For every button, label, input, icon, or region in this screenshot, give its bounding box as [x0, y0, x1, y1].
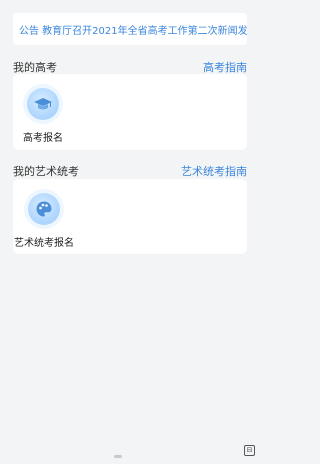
section-title-gaokao: 我的高考: [13, 61, 57, 74]
art-exam-registration-label: 艺术统考报名: [14, 238, 74, 249]
expand-icon[interactable]: ⊟: [244, 445, 255, 456]
gaokao-registration-tile[interactable]: 高考报名: [23, 88, 63, 144]
palette-icon: [28, 193, 60, 225]
art-exam-card: 艺术统考报名: [13, 179, 247, 254]
art-exam-registration-tile[interactable]: 艺术统考报名: [14, 193, 74, 249]
section-title-art-exam: 我的艺术统考: [13, 165, 79, 178]
graduation-cap-icon: [27, 88, 59, 120]
gaokao-card: 高考报名: [13, 74, 247, 150]
notice-text[interactable]: 公告 教育厅召开2021年全省高考工作第二次新闻发: [13, 22, 247, 37]
gaokao-registration-label: 高考报名: [23, 133, 63, 144]
notice-banner[interactable]: 公告 教育厅召开2021年全省高考工作第二次新闻发: [13, 13, 247, 45]
art-exam-guide-link[interactable]: 艺术统考指南: [181, 163, 247, 179]
home-indicator: [114, 455, 122, 458]
gaokao-guide-link[interactable]: 高考指南: [203, 59, 247, 75]
